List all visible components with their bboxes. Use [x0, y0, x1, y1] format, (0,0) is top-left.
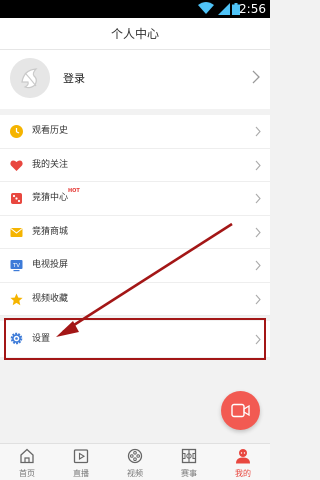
tab-label: 直播 [73, 469, 89, 478]
tab-home[interactable]: 首页 [0, 444, 54, 480]
clock-icon [10, 125, 23, 138]
tab-video[interactable]: 视频 [108, 444, 162, 480]
tab-mine[interactable]: 我的 [216, 444, 270, 480]
chevron-right-icon [255, 294, 261, 304]
heart-icon [10, 159, 23, 171]
annotation-highlight-box [4, 318, 266, 360]
chevron-right-icon [255, 260, 261, 271]
menu-item-label: 竞猜中心 [32, 193, 69, 203]
chevron-right-icon [255, 227, 261, 237]
tab-label: 我的 [235, 469, 251, 478]
chevron-right-icon [252, 70, 260, 84]
film-icon [127, 448, 143, 464]
menu-item-tv-cast[interactable]: TV 电视投屏 [0, 249, 270, 283]
status-time: 2:56 [239, 2, 266, 16]
status-bar: 2:56 [0, 0, 270, 18]
avatar-logo-icon [10, 58, 50, 98]
tab-matches[interactable]: 赛事 [162, 444, 216, 480]
menu-item-my-follows[interactable]: 我的关注 [0, 149, 270, 182]
profile-icon [236, 449, 250, 464]
bottom-tab-bar: 首页 直播 视频 赛事 我的 [0, 443, 270, 480]
tab-label: 首页 [19, 469, 35, 478]
menu-item-label: 视频收藏 [32, 293, 69, 304]
chevron-right-icon [255, 160, 261, 170]
mail-icon [10, 227, 23, 237]
menu-item-guess-center[interactable]: 竞猜中心 HOT [0, 182, 270, 216]
tab-live[interactable]: 直播 [54, 444, 108, 480]
dice-icon [11, 193, 22, 204]
chevron-right-icon [255, 193, 261, 204]
login-row[interactable]: 登录 [0, 50, 270, 109]
live-icon [73, 449, 89, 464]
menu-item-watch-history[interactable]: 观看历史 [0, 115, 270, 149]
tv-icon: TV [10, 260, 23, 272]
menu-item-label: 电视投屏 [32, 260, 69, 270]
menu-item-label: 观看历史 [32, 126, 69, 136]
page-title: 个人中心 [0, 18, 270, 50]
tab-label: 赛事 [181, 469, 197, 478]
wifi-icon [198, 2, 214, 14]
svg-text:TV: TV [12, 263, 20, 269]
home-icon [20, 448, 34, 464]
menu-list: 观看历史 我的关注 竞猜中心 HOT 竞猜商城 TV 电视投屏 视频收藏 [0, 115, 270, 316]
login-label: 登录 [63, 72, 85, 85]
camera-fab-button[interactable] [221, 391, 260, 430]
signal-icon [218, 3, 230, 15]
menu-item-video-favorites[interactable]: 视频收藏 [0, 283, 270, 316]
menu-item-label: 我的关注 [32, 159, 69, 170]
avatar [10, 58, 50, 98]
tab-label: 视频 [127, 469, 143, 478]
chevron-right-icon [255, 126, 261, 137]
hot-badge: HOT [68, 188, 80, 194]
video-camera-icon [231, 403, 250, 418]
star-icon [10, 293, 23, 305]
field-icon [181, 448, 197, 464]
menu-item-label: 竞猜商城 [32, 226, 69, 237]
menu-item-guess-mall[interactable]: 竞猜商城 [0, 216, 270, 249]
